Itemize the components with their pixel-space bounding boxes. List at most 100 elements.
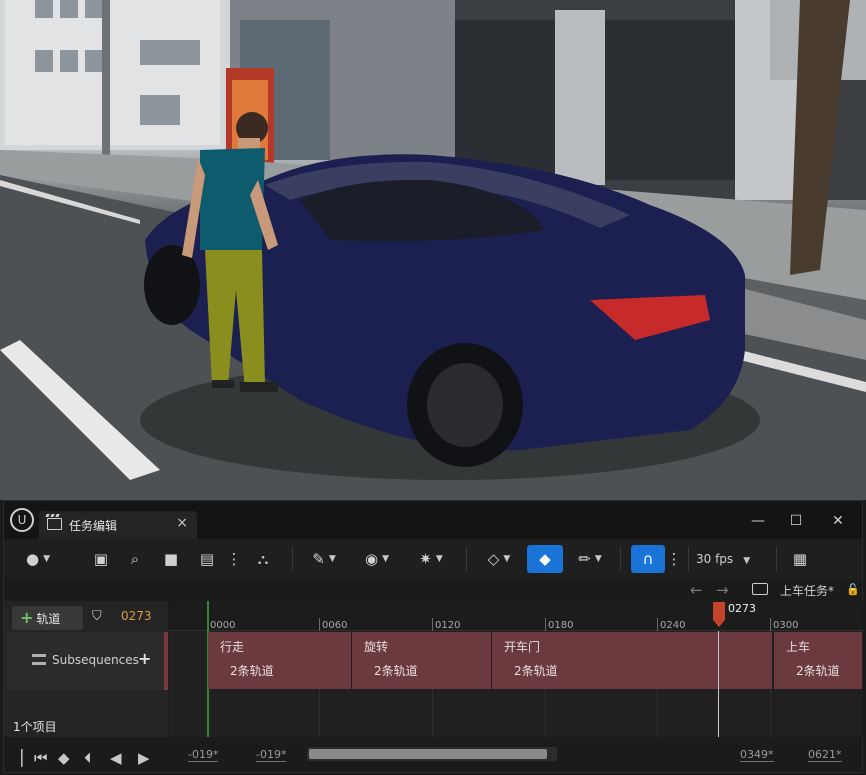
toolbar-divider (292, 547, 293, 571)
lock-icon[interactable]: 🔓 (846, 583, 860, 596)
transport-bar: ⎮ ⏮ ◆ ⏴ ◀ ▶ -019* -019* 0349* 0621* (4, 737, 862, 772)
toolbar-divider (776, 547, 777, 571)
fps-label: 30 fps (696, 552, 734, 566)
add-track-button[interactable]: + 轨道 (12, 606, 83, 630)
playhead-handle[interactable] (713, 602, 725, 627)
ruler-tick-label: 0180 (548, 620, 574, 631)
more-options-button[interactable]: ⋮ (226, 545, 242, 573)
section-track-count: 2条轨道 (230, 664, 274, 678)
close-window-button[interactable]: ✕ (828, 511, 848, 531)
kebab-icon: ⋮ (226, 550, 242, 568)
subsequence-section-walk[interactable]: 行走 2条轨道 (208, 632, 352, 689)
level-viewport[interactable] (0, 0, 866, 500)
current-frame-field[interactable]: 0273 (121, 609, 152, 623)
maximize-button[interactable]: ☐ (786, 511, 806, 531)
jump-to-start-icon[interactable]: ⎮ (18, 749, 26, 767)
breadcrumb-bar: ← → 上车任务* 🔓 (4, 579, 862, 601)
tab-sequencer[interactable]: 任务编辑 × (39, 511, 197, 539)
magnet-icon: ∩ (642, 550, 654, 568)
ruler-tick-label: 0060 (322, 620, 348, 631)
edit-mode-button[interactable]: ✏ ▼ (570, 545, 610, 573)
snap-toggle-button[interactable]: ∩ (631, 545, 665, 573)
ruler-tick-label: 0120 (435, 620, 461, 631)
render-movie-button[interactable]: ▤ (196, 545, 218, 573)
browse-icon: ⌕ (130, 550, 140, 568)
curve-editor-icon: ▦ (792, 550, 808, 568)
chevron-down-icon: ▼ (503, 554, 511, 564)
toolbar-divider (620, 547, 621, 571)
wrench-icon: ✎ (312, 550, 325, 568)
key-options-button[interactable]: ◇ ▼ (480, 545, 518, 573)
subsequences-label: Subsequences (52, 653, 139, 667)
toolbar-divider (466, 547, 467, 571)
view-range-end[interactable]: 0621* (808, 748, 842, 762)
director-blueprint-button[interactable]: ⛬ (250, 545, 276, 573)
tab-label: 任务编辑 (69, 519, 118, 533)
play-reverse-icon[interactable]: ◀ (110, 749, 122, 767)
chevron-down-icon: ▼ (43, 554, 50, 564)
chevron-down-icon: ▼ (435, 554, 443, 564)
framerate-dropdown[interactable]: 30 fps ▼ (696, 545, 750, 573)
actions-menu-button[interactable]: ✎ ▼ (304, 545, 344, 573)
subsequence-section-get-in[interactable]: 上车 2条轨道 (774, 632, 863, 689)
view-range-start[interactable]: -019* (188, 748, 219, 762)
forward-arrow-icon[interactable]: → (716, 581, 729, 599)
subsequences-track-row[interactable]: Subsequences + (6, 632, 168, 690)
working-range-start[interactable]: -019* (256, 748, 287, 762)
diamond-icon: ◇ (487, 550, 500, 568)
save-icon: ▣ (93, 550, 109, 568)
working-range-end[interactable]: 0349* (740, 748, 774, 762)
auto-key-button[interactable]: ◆ (527, 545, 563, 573)
world-menu-button[interactable]: ● ▼ (18, 545, 58, 573)
curve-editor-button[interactable]: ▦ (788, 545, 812, 573)
scene-render (0, 0, 866, 500)
back-arrow-icon[interactable]: ← (690, 581, 703, 599)
section-name: 上车 (786, 640, 811, 654)
step-back-frame-icon[interactable]: ⏴ (84, 749, 92, 767)
filter-icon[interactable]: ⛉ (92, 609, 102, 624)
time-ruler[interactable]: 0000 0060 0120 0180 0240 0300 0273 (169, 601, 863, 631)
toolbar-divider (688, 547, 689, 571)
tab-close-button[interactable]: × (176, 515, 188, 531)
item-count-label: 1个项目 (13, 720, 57, 734)
unreal-logo-icon[interactable]: U (10, 508, 34, 532)
playhead-frame-label: 0273 (728, 602, 756, 615)
plus-icon: + (20, 608, 34, 627)
camera-button[interactable]: ■ (160, 545, 182, 573)
chevron-down-icon: ▼ (382, 554, 389, 564)
find-asset-button[interactable]: ⌕ (124, 545, 146, 573)
subsequence-section-open-door[interactable]: 开车门 2条轨道 (492, 632, 773, 689)
timeline-scrollbar[interactable] (307, 747, 557, 761)
minimize-button[interactable]: — (748, 511, 768, 531)
snap-options-button[interactable]: ⋮ (667, 545, 682, 573)
chevron-down-icon: ▼ (594, 554, 602, 564)
step-back-key-icon[interactable]: ⏮ (34, 749, 48, 767)
prev-key-icon[interactable]: ◆ (58, 749, 70, 767)
add-track-label: 轨道 (36, 612, 61, 626)
graph-icon: ⛬ (257, 550, 269, 568)
add-subsequence-icon[interactable]: + (138, 649, 151, 668)
playback-options-button[interactable]: ✷ ▼ (410, 545, 452, 573)
sequencer-window: U 任务编辑 × — ☐ ✕ ● ▼ ▣ ⌕ ■ ▤ ⋮ ⛬ ✎ ▼ ◉ ▼ ✷ ▼ ◇… (3, 500, 863, 773)
grid-line (319, 689, 320, 737)
view-options-button[interactable]: ◉ ▼ (356, 545, 398, 573)
ruler-tick-label: 0000 (210, 620, 236, 631)
sequence-name[interactable]: 上车任务* (780, 582, 834, 599)
cog-play-icon: ✷ (419, 550, 432, 568)
save-button[interactable]: ▣ (90, 545, 112, 573)
scrollbar-thumb[interactable] (309, 749, 547, 759)
play-icon[interactable]: ▶ (138, 749, 150, 767)
subsequence-section-rotate[interactable]: 旋转 2条轨道 (352, 632, 492, 689)
ruler-tick (432, 618, 433, 631)
ruler-tick-label: 0300 (773, 620, 799, 631)
ruler-tick (545, 618, 546, 631)
ruler-tick (770, 618, 771, 631)
clapperboard-icon (47, 518, 62, 530)
key-diamond-icon: ◆ (539, 550, 551, 568)
folder-icon[interactable] (752, 583, 768, 595)
sequencer-toolbar: ● ▼ ▣ ⌕ ■ ▤ ⋮ ⛬ ✎ ▼ ◉ ▼ ✷ ▼ ◇ ▼ ◆ ✏ ▼ ∩ ⋮ 30 f… (4, 539, 862, 579)
timeline-area[interactable]: 0000 0060 0120 0180 0240 0300 0273 行走 2条… (169, 601, 863, 737)
chevron-down-icon: ▼ (743, 556, 751, 566)
section-name: 开车门 (504, 640, 541, 654)
subsequence-icon (32, 654, 46, 665)
